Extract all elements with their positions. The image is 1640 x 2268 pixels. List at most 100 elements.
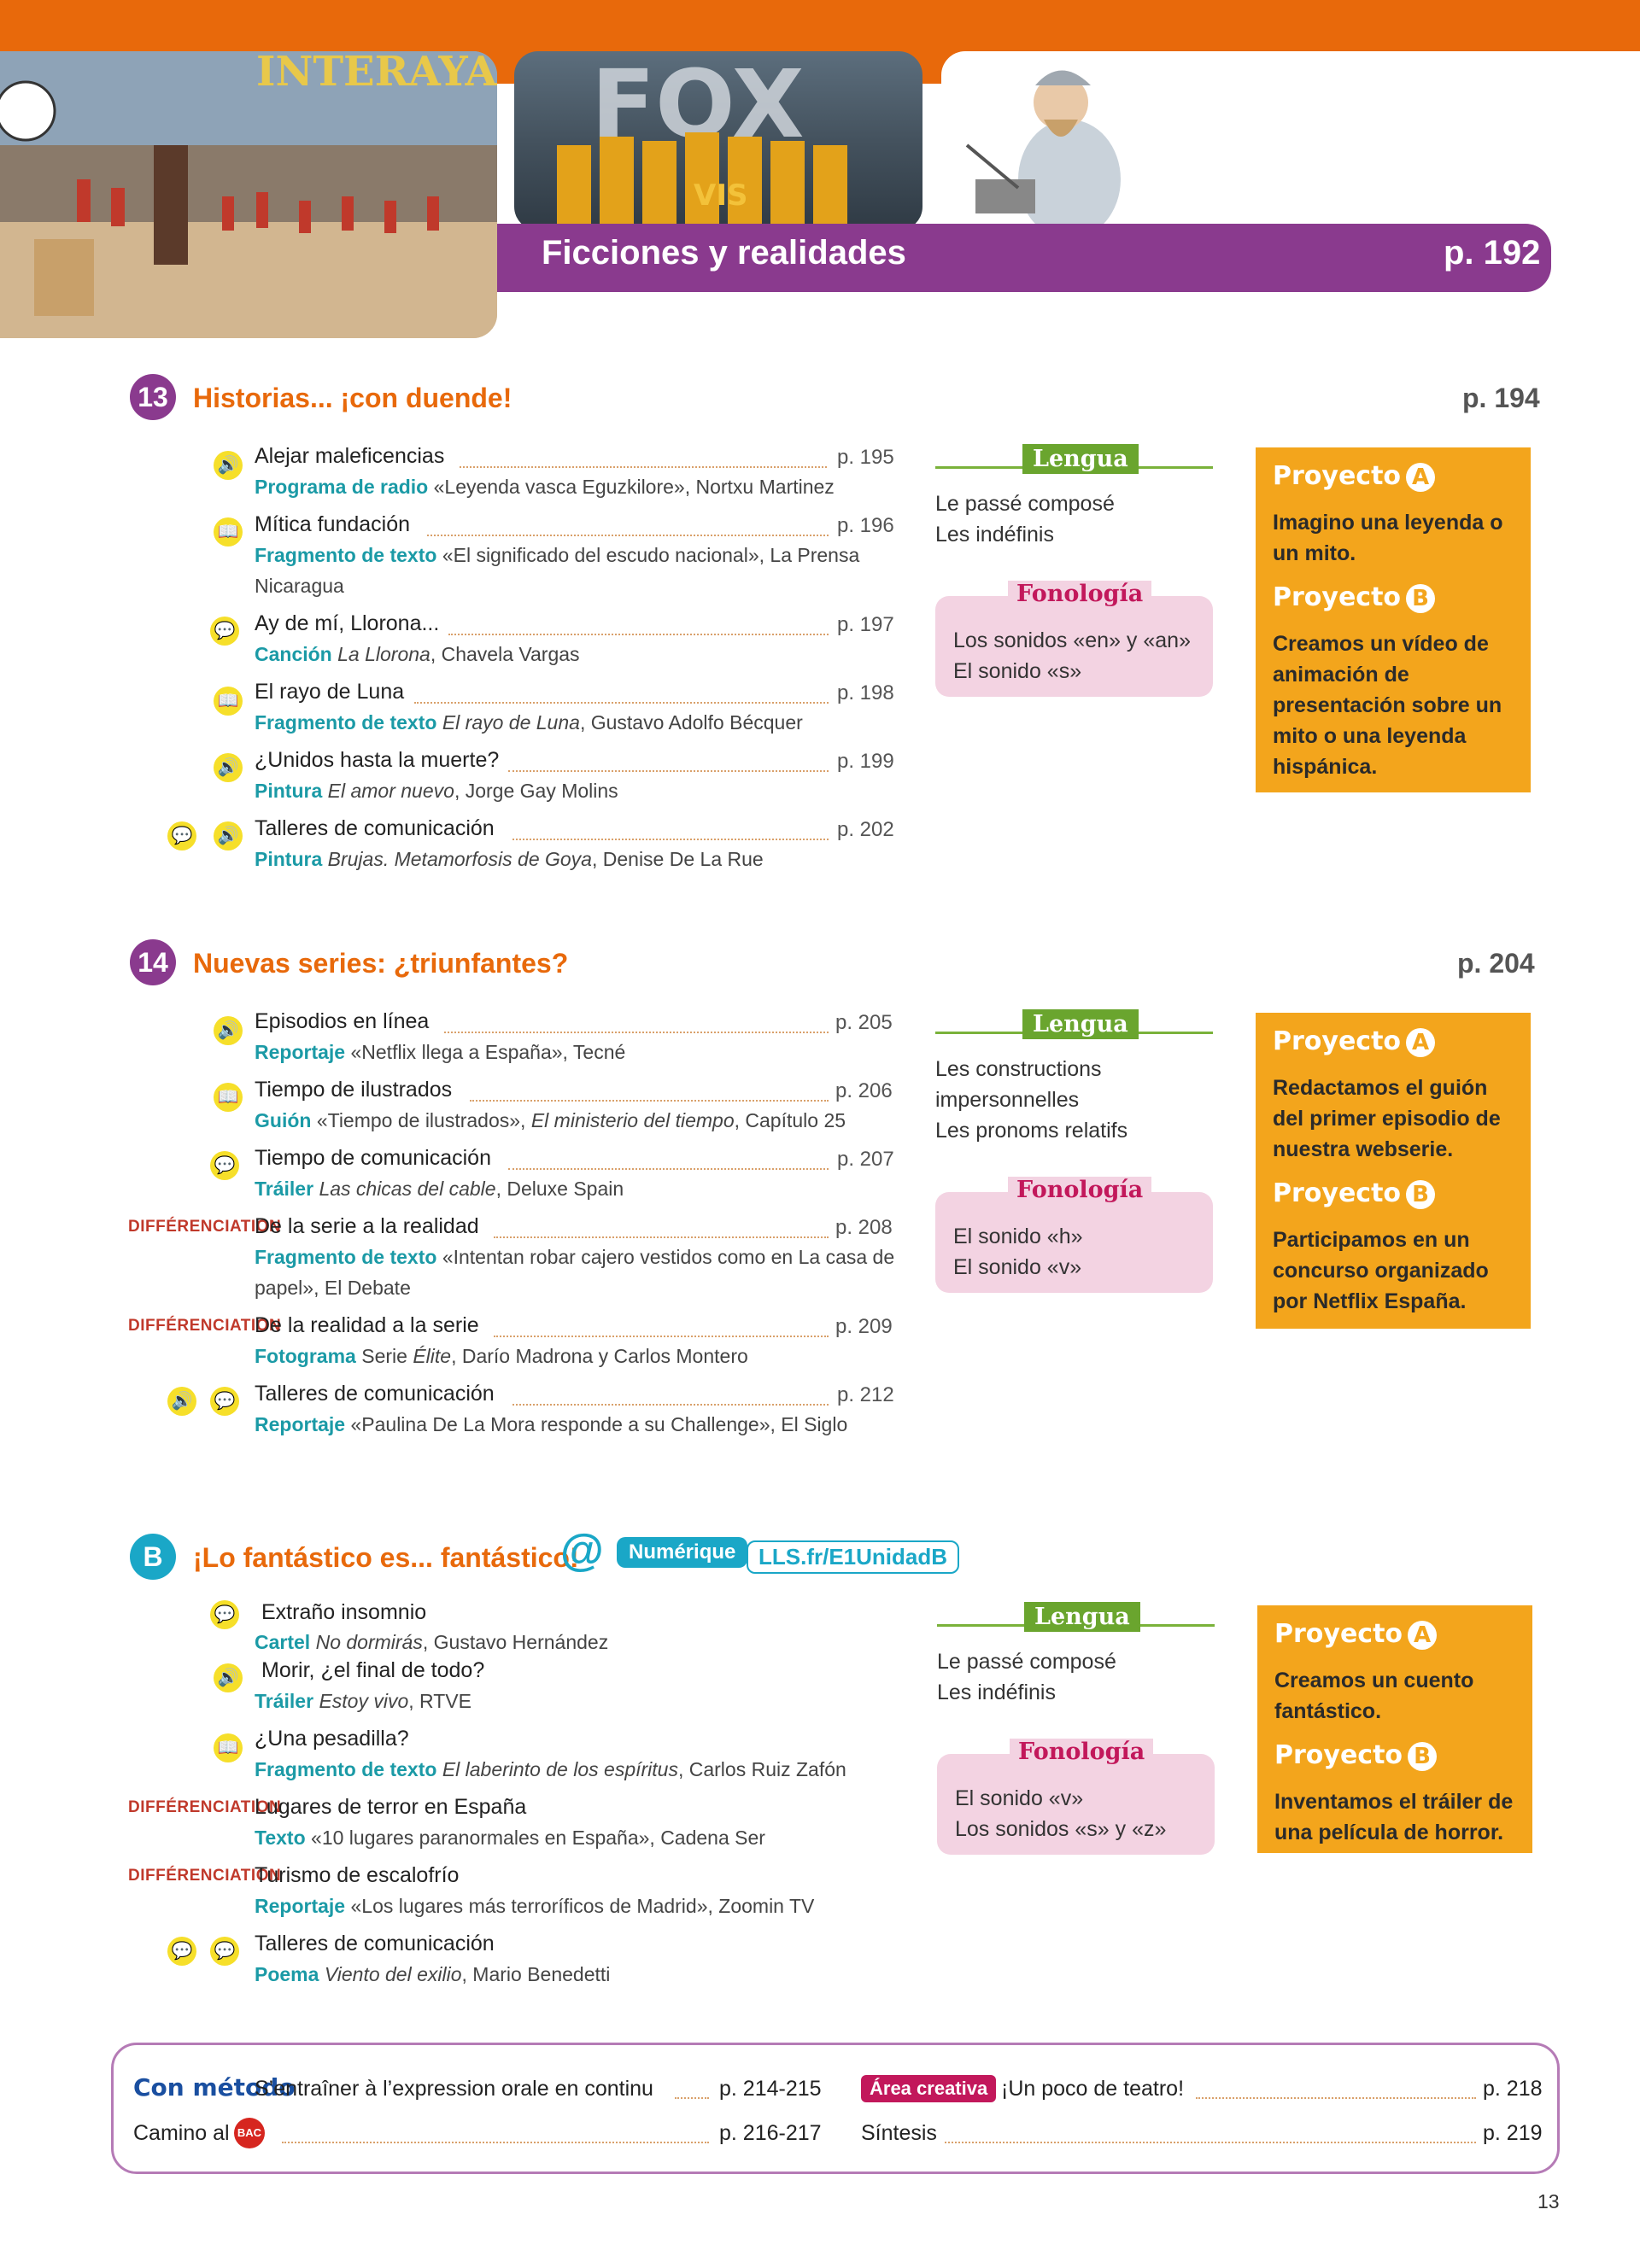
item-title[interactable]: De la serie a la realidad [255, 1214, 479, 1239]
item-source: Tráiler Estoy vivo, RTVE [255, 1690, 472, 1713]
sintesis-label[interactable]: Síntesis [861, 2121, 937, 2146]
section-title: Ficciones y realidades [542, 234, 906, 272]
item-desc: , Jorge Gay Molins [454, 780, 618, 802]
item-page[interactable]: p. 199 [837, 750, 894, 774]
item-kind: Programa de radio [255, 476, 429, 498]
item-title[interactable]: Mítica fundación [255, 512, 410, 537]
area-creativa-page[interactable]: p. 218 [1483, 2077, 1543, 2101]
audio-icon: 🔊 [214, 821, 243, 850]
camino-page[interactable]: p. 216-217 [719, 2121, 822, 2146]
item-desc: «Leyenda vasca Eguzkilore», Nortxu Marti… [433, 476, 835, 498]
item-title[interactable]: Tiempo de ilustrados [255, 1078, 452, 1102]
photo2-overlay: VIS [694, 178, 747, 213]
dot-leader [448, 634, 829, 635]
item-work: Brujas. Metamorfosis de Goya [327, 848, 592, 870]
item-title[interactable]: De la realidad a la serie [255, 1313, 479, 1338]
item-desc: «10 lugares paranormales en España», Cad… [311, 1827, 765, 1849]
item-desc: «El significado del escudo nacional», La… [442, 544, 860, 566]
at-icon: @ [560, 1526, 604, 1575]
unit-b-title[interactable]: ¡Lo fantástico es... fantástico! [193, 1542, 579, 1574]
dot-leader [675, 2097, 709, 2099]
item-title[interactable]: El rayo de Luna [255, 680, 404, 704]
item-title[interactable]: Talleres de comunicación [255, 1932, 495, 1956]
unit-14-badge: 14 [130, 939, 176, 985]
item-desc: «Intentan robar cajero vestidos como en … [442, 1246, 895, 1268]
lengua-tag: Lengua [1022, 1009, 1139, 1039]
item-title[interactable]: Tiempo de comunicación [255, 1146, 491, 1171]
dot-leader [282, 2142, 709, 2143]
con-metodo-page[interactable]: p. 214-215 [719, 2077, 822, 2101]
item-work: La Llorona [337, 643, 430, 665]
area-creativa-text[interactable]: ¡Un poco de teatro! [1001, 2077, 1184, 2101]
item-title[interactable]: ¿Unidos hasta la muerte? [255, 748, 499, 773]
item-title[interactable]: Turismo de escalofrío [255, 1863, 459, 1888]
proyecto-b-label: Proyecto B [1274, 1740, 1438, 1771]
item-page[interactable]: p. 195 [837, 446, 894, 470]
inti-raymi-photo: INTERAYA 24 JUNI [0, 51, 497, 338]
numerique-link[interactable]: LLS.fr/E1UnidadB [747, 1540, 960, 1574]
item-source: Fragmento de texto El rayo de Luna, Gust… [255, 711, 803, 734]
item-kind: Reportaje [255, 1041, 346, 1063]
item-title[interactable]: Alejar maleficencias [255, 444, 444, 469]
item-page[interactable]: p. 198 [837, 681, 894, 705]
audio-icon: 🔊 [214, 1663, 243, 1692]
unit-14-page[interactable]: p. 204 [1457, 948, 1535, 979]
unit-13-page[interactable]: p. 194 [1462, 383, 1540, 414]
item-page[interactable]: p. 196 [837, 514, 894, 538]
photo1-overlay: INTERAYA 24 JUNI [256, 51, 497, 96]
book-icon: 📖 [214, 1733, 243, 1762]
item-title[interactable]: Lugares de terror en España [255, 1795, 526, 1820]
item-desc: , Deluxe Spain [495, 1178, 624, 1200]
item-page[interactable]: p. 209 [835, 1315, 893, 1339]
fonologia-line: Los sonidos «en» y «an» [953, 628, 1191, 652]
unit-13-title[interactable]: Historias... ¡con duende! [193, 383, 512, 414]
section-page[interactable]: p. 192 [1444, 234, 1540, 272]
item-title[interactable]: Extraño insomnio [261, 1600, 426, 1625]
proyecto-a-text: Creamos un cuento fantástico. [1274, 1669, 1474, 1723]
item-desc: Serie [361, 1345, 413, 1367]
item-kind: Canción [255, 643, 332, 665]
item-page[interactable]: p. 202 [837, 818, 894, 842]
lengua-line: Les indéfinis [937, 1681, 1056, 1704]
item-kind: Fragmento de texto [255, 1758, 437, 1780]
item-title[interactable]: Talleres de comunicación [255, 816, 495, 841]
item-kind: Fotograma [255, 1345, 356, 1367]
item-desc: «Netflix llega a España», Tecné [350, 1041, 626, 1063]
item-page[interactable]: p. 207 [837, 1148, 894, 1172]
item-work: El laberinto de los espíritus [442, 1758, 678, 1780]
item-source: Fragmento de texto «El significado del e… [255, 544, 859, 567]
item-source: Texto «10 lugares paranormales en España… [255, 1827, 765, 1850]
speech-icon: 💬 [210, 1151, 239, 1180]
item-title[interactable]: Episodios en línea [255, 1009, 429, 1034]
item-kind: Tráiler [255, 1178, 314, 1200]
item-page[interactable]: p. 212 [837, 1383, 894, 1407]
dot-leader [512, 839, 829, 840]
proyecto-b-text: Inventamos el tráiler de una película de… [1274, 1790, 1514, 1844]
item-work: No dormirás [315, 1631, 423, 1653]
chat-icon: 💬 [167, 1937, 196, 1966]
item-source: Cartel No dormirás, Gustavo Hernández [255, 1631, 608, 1654]
item-work: Las chicas del cable [319, 1178, 496, 1200]
unit-14-title[interactable]: Nuevas series: ¿triunfantes? [193, 948, 568, 979]
fonologia-line: El sonido «s» [953, 659, 1082, 683]
item-page[interactable]: p. 197 [837, 613, 894, 637]
lengua-line: Les constructions [935, 1057, 1102, 1081]
sintesis-page[interactable]: p. 219 [1483, 2121, 1543, 2146]
item-source: Reportaje «Los lugares más terroríficos … [255, 1895, 814, 1918]
con-metodo-text[interactable]: S’entraîner à l’expression orale en cont… [255, 2077, 653, 2101]
item-source: Reportaje «Paulina De La Mora responde a… [255, 1413, 847, 1436]
numerique-badge: Numérique [617, 1537, 748, 1568]
item-page[interactable]: p. 205 [835, 1011, 893, 1035]
item-page[interactable]: p. 208 [835, 1216, 893, 1240]
item-title[interactable]: Morir, ¿el final de todo? [261, 1658, 484, 1683]
item-title[interactable]: Talleres de comunicación [255, 1382, 495, 1406]
item-kind: Poema [255, 1963, 319, 1985]
item-page[interactable]: p. 206 [835, 1079, 893, 1103]
camino-label[interactable]: Camino al [133, 2121, 230, 2146]
item-title[interactable]: Ay de mí, Llorona... [255, 611, 439, 636]
item-kind: Cartel [255, 1631, 311, 1653]
item-source: Pintura Brujas. Metamorfosis de Goya, De… [255, 848, 764, 871]
dot-leader [470, 1100, 829, 1102]
speech-icon: 💬 [210, 1937, 239, 1966]
item-title[interactable]: ¿Una pesadilla? [255, 1727, 409, 1751]
